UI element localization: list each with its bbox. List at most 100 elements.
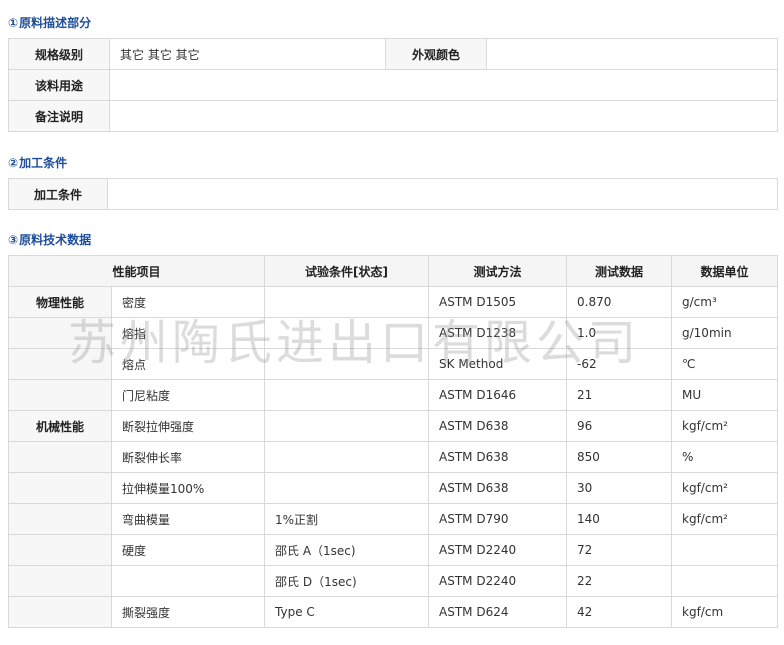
method-cell: ASTM D1505 (428, 286, 568, 318)
value-cell: 96 (566, 410, 673, 442)
category-cell (8, 503, 112, 535)
header-value: 测试数据 (566, 255, 673, 287)
header-condition: 试验条件[状态] (264, 255, 430, 287)
method-cell: SK Method (428, 348, 568, 380)
description-table: 规格级别 其它 其它 其它 外观颜色 该料用途 备注说明 (8, 38, 778, 132)
property-cell: 弯曲模量 (110, 503, 266, 535)
table-header-row: 性能项目 试验条件[状态] 测试方法 测试数据 数据单位 (7, 255, 779, 287)
method-cell: ASTM D2240 (428, 534, 568, 566)
value-cell: 0.870 (566, 286, 673, 318)
unit-cell: g/10min (671, 317, 779, 349)
property-cell: 断裂伸长率 (110, 441, 266, 473)
value-cell: -62 (566, 348, 673, 380)
property-cell: 门尼粘度 (110, 379, 266, 411)
condition-cell: 1%正割 (264, 503, 430, 535)
table-row: 备注说明 (8, 100, 778, 132)
property-cell: 硬度 (110, 534, 266, 566)
condition-cell (264, 441, 430, 473)
value-cell: 30 (566, 472, 673, 504)
table-row: 物理性能 密度 ASTM D1505 0.870 g/cm³ (8, 286, 779, 318)
category-cell (8, 441, 112, 473)
method-cell: ASTM D1646 (428, 379, 568, 411)
header-unit: 数据单位 (671, 255, 779, 287)
processing-table: 加工条件 (8, 178, 778, 210)
table-row: 断裂伸长率 ASTM D638 850 % (8, 441, 779, 473)
table-row: 撕裂强度 Type C ASTM D624 42 kgf/cm (8, 596, 779, 628)
table-row: 加工条件 (8, 178, 778, 210)
unit-cell: kgf/cm (671, 596, 779, 628)
section-number: ① (8, 16, 19, 30)
color-label: 外观颜色 (385, 38, 487, 70)
value-cell: 850 (566, 441, 673, 473)
section-title-description: ①原料描述部分 (8, 15, 91, 31)
value-cell: 1.0 (566, 317, 673, 349)
table-row: 机械性能 断裂拉伸强度 ASTM D638 96 kgf/cm² (8, 410, 779, 442)
condition-cell: Type C (264, 596, 430, 628)
property-cell: 熔指 (110, 317, 266, 349)
property-cell (110, 565, 266, 597)
use-value (109, 69, 778, 101)
method-cell: ASTM D638 (428, 410, 568, 442)
header-property: 性能项目 (7, 255, 266, 287)
section-title-text: 原料描述部分 (19, 16, 92, 30)
unit-cell: kgf/cm² (671, 472, 779, 504)
category-cell (8, 379, 112, 411)
method-cell: ASTM D624 (428, 596, 568, 628)
use-label: 该料用途 (8, 69, 110, 101)
category-cell (8, 348, 112, 380)
method-cell: ASTM D638 (428, 441, 568, 473)
table-row: 熔点 SK Method -62 ℃ (8, 348, 779, 380)
table-row: 拉伸模量100% ASTM D638 30 kgf/cm² (8, 472, 779, 504)
unit-cell: MU (671, 379, 779, 411)
category-cell: 物理性能 (8, 286, 112, 318)
table-row: 门尼粘度 ASTM D1646 21 MU (8, 379, 779, 411)
property-cell: 熔点 (110, 348, 266, 380)
processing-value (107, 178, 778, 210)
section-title-technical: ③原料技术数据 (8, 232, 91, 248)
value-cell: 42 (566, 596, 673, 628)
note-label: 备注说明 (8, 100, 110, 132)
value-cell: 72 (566, 534, 673, 566)
category-cell (8, 596, 112, 628)
category-cell (8, 317, 112, 349)
unit-cell (671, 534, 779, 566)
unit-cell (671, 565, 779, 597)
property-cell: 断裂拉伸强度 (110, 410, 266, 442)
section-title-text: 原料技术数据 (19, 233, 92, 247)
unit-cell: ℃ (671, 348, 779, 380)
condition-cell: 邵氏 A（1sec) (264, 534, 430, 566)
section-number: ③ (8, 233, 19, 247)
condition-cell (264, 286, 430, 318)
method-cell: ASTM D1238 (428, 317, 568, 349)
processing-label: 加工条件 (8, 178, 108, 210)
grade-value: 其它 其它 其它 (109, 38, 386, 70)
condition-cell (264, 317, 430, 349)
condition-cell (264, 472, 430, 504)
property-cell: 密度 (110, 286, 266, 318)
table-row: 规格级别 其它 其它 其它 外观颜色 (8, 38, 778, 70)
condition-cell (264, 379, 430, 411)
method-cell: ASTM D790 (428, 503, 568, 535)
section-number: ② (8, 156, 19, 170)
value-cell: 22 (566, 565, 673, 597)
grade-label: 规格级别 (8, 38, 110, 70)
unit-cell: kgf/cm² (671, 410, 779, 442)
unit-cell: g/cm³ (671, 286, 779, 318)
table-row: 弯曲模量 1%正割 ASTM D790 140 kgf/cm² (8, 503, 779, 535)
category-cell (8, 472, 112, 504)
property-cell: 拉伸模量100% (110, 472, 266, 504)
category-cell (8, 565, 112, 597)
value-cell: 140 (566, 503, 673, 535)
color-value (486, 38, 778, 70)
table-row: 硬度 邵氏 A（1sec) ASTM D2240 72 (8, 534, 779, 566)
category-cell: 机械性能 (8, 410, 112, 442)
table-row: 该料用途 (8, 69, 778, 101)
header-method: 测试方法 (428, 255, 568, 287)
method-cell: ASTM D2240 (428, 565, 568, 597)
section-title-text: 加工条件 (19, 156, 68, 170)
condition-cell (264, 410, 430, 442)
category-cell (8, 534, 112, 566)
table-row: 邵氏 D（1sec) ASTM D2240 22 (8, 565, 779, 597)
unit-cell: % (671, 441, 779, 473)
method-cell: ASTM D638 (428, 472, 568, 504)
